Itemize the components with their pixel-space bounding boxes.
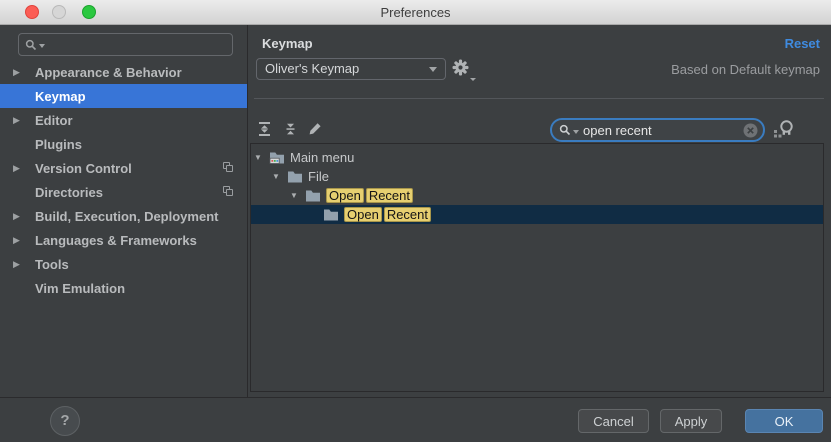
search-match-highlight: Recent bbox=[366, 188, 413, 203]
sidebar-item-keymap[interactable]: Keymap bbox=[0, 84, 247, 108]
expand-all-button[interactable] bbox=[257, 121, 275, 139]
tree-row-main-menu[interactable]: ▼ Main menu bbox=[251, 148, 823, 167]
expand-arrow-icon[interactable]: ▶ bbox=[13, 163, 35, 174]
sidebar-item-vim-emulation[interactable]: Vim Emulation bbox=[0, 276, 247, 300]
sidebar-item-tools[interactable]: ▶Tools bbox=[0, 252, 247, 276]
keymap-select[interactable]: Oliver's Keymap bbox=[256, 58, 446, 80]
search-history-chevron-icon[interactable] bbox=[573, 130, 579, 134]
reset-link[interactable]: Reset bbox=[785, 36, 820, 51]
search-icon bbox=[25, 39, 37, 51]
collapse-all-icon bbox=[283, 121, 298, 137]
tree-node-text: Main menu bbox=[290, 150, 354, 165]
action-search-box[interactable] bbox=[550, 118, 765, 142]
collapse-arrow-icon[interactable]: ▼ bbox=[272, 172, 287, 181]
expand-arrow-icon[interactable]: ▶ bbox=[13, 235, 35, 246]
titlebar: Preferences bbox=[0, 0, 831, 25]
footer-separator bbox=[0, 397, 831, 398]
sidebar-item-label: Directories bbox=[35, 185, 103, 200]
cancel-button[interactable]: Cancel bbox=[578, 409, 649, 433]
tree-node-label: OpenRecent bbox=[326, 188, 413, 203]
tree-node-label: File bbox=[308, 169, 329, 184]
window-title: Preferences bbox=[0, 0, 831, 25]
sidebar-item-version-control[interactable]: ▶Version Control bbox=[0, 156, 247, 180]
sidebar-item-label: Vim Emulation bbox=[35, 281, 125, 296]
chevron-down-icon bbox=[470, 78, 476, 81]
sidebar-item-label: Keymap bbox=[35, 89, 86, 104]
search-match-highlight: Open bbox=[344, 207, 382, 222]
expand-arrow-icon[interactable]: ▶ bbox=[13, 211, 35, 222]
ok-button[interactable]: OK bbox=[745, 409, 823, 433]
sidebar-item-label: Appearance & Behavior bbox=[35, 65, 182, 80]
sidebar-item-appearance-behavior[interactable]: ▶Appearance & Behavior bbox=[0, 60, 247, 84]
search-match-highlight: Recent bbox=[384, 207, 431, 222]
apply-button[interactable]: Apply bbox=[660, 409, 722, 433]
sidebar-item-label: Languages & Frameworks bbox=[35, 233, 197, 248]
sidebar-search-box[interactable] bbox=[18, 33, 233, 56]
tree-row-file[interactable]: ▼ File bbox=[251, 167, 823, 186]
sidebar-item-label: Editor bbox=[35, 113, 73, 128]
shared-settings-icon bbox=[223, 162, 235, 174]
keymap-options-button[interactable] bbox=[452, 59, 474, 81]
folder-icon bbox=[287, 170, 303, 183]
folder-icon bbox=[323, 208, 339, 221]
collapse-arrow-icon[interactable]: ▼ bbox=[290, 191, 305, 200]
action-search-input[interactable] bbox=[581, 122, 741, 139]
expand-arrow-icon[interactable]: ▶ bbox=[13, 259, 35, 270]
sidebar-item-build-execution-deployment[interactable]: ▶Build, Execution, Deployment bbox=[0, 204, 247, 228]
based-on-label: Based on Default keymap bbox=[671, 62, 820, 77]
collapse-all-button[interactable] bbox=[283, 121, 301, 139]
page-title: Keymap bbox=[262, 36, 313, 51]
sidebar-item-languages-frameworks[interactable]: ▶Languages & Frameworks bbox=[0, 228, 247, 252]
tree-row-open-recent[interactable]: OpenRecent bbox=[251, 205, 823, 224]
tree-row-open-recent[interactable]: ▼ OpenRecent bbox=[251, 186, 823, 205]
folder-icon bbox=[305, 189, 321, 202]
clear-search-button[interactable] bbox=[743, 123, 758, 138]
find-actions-by-shortcut-icon bbox=[772, 119, 796, 140]
gear-icon bbox=[452, 59, 469, 76]
tree-node-text: File bbox=[308, 169, 329, 184]
sidebar-search-input[interactable] bbox=[47, 36, 226, 53]
sidebar-item-plugins[interactable]: Plugins bbox=[0, 132, 247, 156]
header-separator bbox=[254, 98, 824, 99]
search-match-highlight: Open bbox=[326, 188, 364, 203]
help-button[interactable]: ? bbox=[50, 406, 80, 436]
edit-shortcut-button[interactable] bbox=[307, 121, 325, 139]
tree-node-label: OpenRecent bbox=[344, 207, 431, 222]
find-actions-by-shortcut-button[interactable] bbox=[772, 119, 798, 141]
collapse-arrow-icon[interactable]: ▼ bbox=[254, 153, 269, 162]
search-icon bbox=[559, 124, 571, 136]
expand-arrow-icon[interactable]: ▶ bbox=[13, 67, 35, 78]
search-history-chevron-icon[interactable] bbox=[39, 44, 45, 48]
keymap-select-value: Oliver's Keymap bbox=[265, 61, 359, 76]
sidebar-item-label: Build, Execution, Deployment bbox=[35, 209, 218, 224]
edit-pencil-icon bbox=[307, 121, 323, 137]
sidebar-divider bbox=[247, 25, 248, 397]
keymap-tree: ▼Main menu▼File▼OpenRecentOpenRecent bbox=[250, 143, 824, 392]
settings-category-list: ▶Appearance & BehaviorKeymap▶EditorPlugi… bbox=[0, 60, 247, 300]
expand-arrow-icon[interactable]: ▶ bbox=[13, 115, 35, 126]
chevron-down-icon bbox=[429, 67, 437, 72]
sidebar-item-editor[interactable]: ▶Editor bbox=[0, 108, 247, 132]
expand-all-icon bbox=[257, 121, 272, 137]
sidebar-item-directories[interactable]: Directories bbox=[0, 180, 247, 204]
sidebar-item-label: Version Control bbox=[35, 161, 132, 176]
sidebar-item-label: Tools bbox=[35, 257, 69, 272]
tree-node-label: Main menu bbox=[290, 150, 354, 165]
sidebar-item-label: Plugins bbox=[35, 137, 82, 152]
shared-settings-icon bbox=[223, 186, 235, 198]
menu-folder-icon bbox=[269, 151, 285, 164]
